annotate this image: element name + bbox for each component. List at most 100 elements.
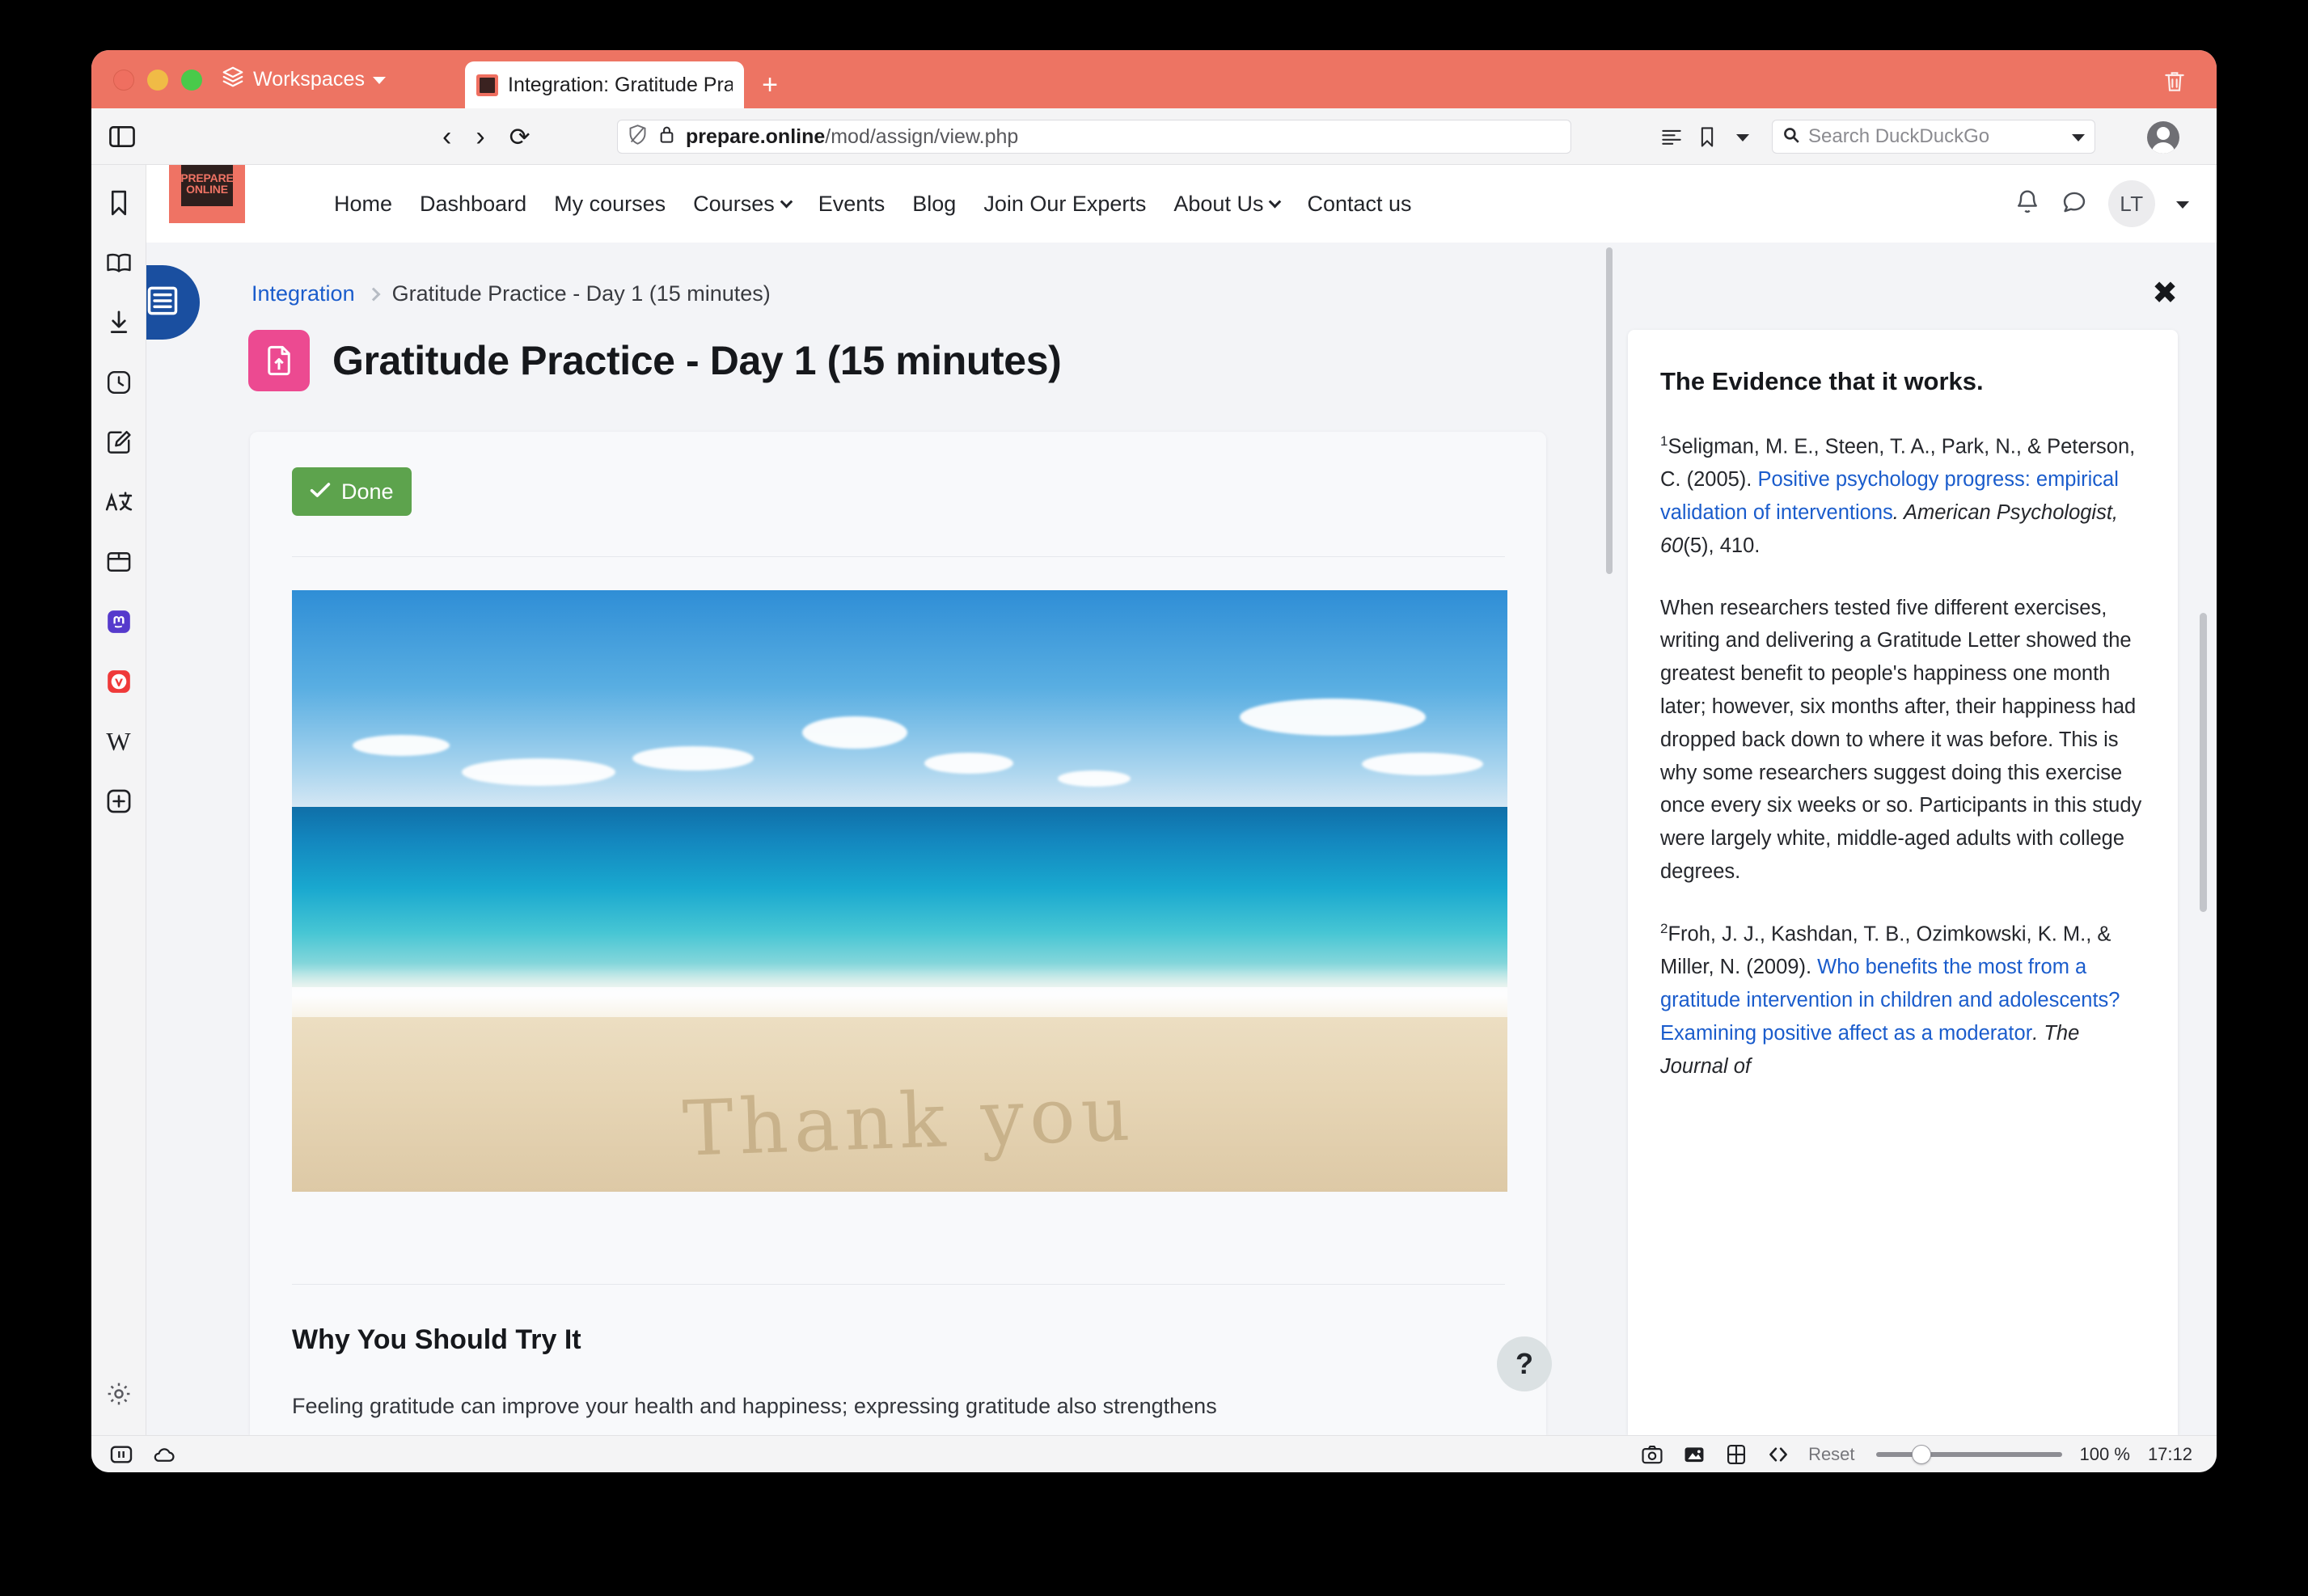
- search-field[interactable]: Search DuckDuckGo: [1772, 120, 2095, 154]
- user-menu-chevron-icon[interactable]: [2176, 201, 2189, 209]
- panel-toggle-icon[interactable]: [108, 124, 137, 150]
- reload-icon[interactable]: ⟳: [509, 125, 531, 150]
- shield-icon[interactable]: [628, 124, 648, 150]
- window-panel-icon[interactable]: [99, 542, 139, 582]
- toolbar-right-controls: Search DuckDuckGo: [1654, 120, 2095, 154]
- browser-titlebar: Workspaces Integration: Gratitude Prac +: [91, 50, 2217, 108]
- chevron-right-icon: [366, 287, 381, 301]
- evidence-panel: ✖ The Evidence that it works. 1Seligman,…: [1615, 243, 2217, 1435]
- user-avatar[interactable]: LT: [2108, 180, 2155, 227]
- wikipedia-panel-icon[interactable]: W: [99, 721, 139, 762]
- search-icon: [1782, 126, 1800, 148]
- url-host: prepare.online: [686, 125, 826, 148]
- profile-avatar[interactable]: [2147, 121, 2179, 154]
- evidence-panel-scrollbar[interactable]: [2200, 338, 2207, 1381]
- nav-label: Home: [334, 191, 393, 216]
- trash-icon[interactable]: [2162, 68, 2188, 95]
- lock-icon[interactable]: [658, 125, 675, 149]
- back-icon[interactable]: ‹: [442, 123, 451, 150]
- image-capture-icon[interactable]: [1682, 1442, 1706, 1467]
- reading-list-panel-icon[interactable]: [99, 243, 139, 283]
- notes-panel-icon[interactable]: [99, 422, 139, 462]
- search-placeholder: Search DuckDuckGo: [1808, 125, 1990, 147]
- nav-item-blog[interactable]: Blog: [898, 192, 970, 217]
- status-badge-done[interactable]: Done: [292, 467, 412, 516]
- camera-icon[interactable]: [1640, 1442, 1664, 1467]
- side-panel-bar: W: [91, 165, 146, 1435]
- workspaces-icon: [221, 65, 245, 95]
- chevron-down-icon: [780, 195, 793, 208]
- check-icon: [310, 479, 331, 505]
- site-logo[interactable]: PREPARE ONLINE: [169, 165, 245, 223]
- nav-label: Courses: [693, 191, 775, 216]
- chevron-down-icon[interactable]: [1725, 120, 1761, 154]
- forward-icon[interactable]: ›: [476, 123, 484, 150]
- site-header-actions: LT: [2014, 165, 2189, 243]
- workspaces-label: Workspaces: [253, 67, 366, 91]
- address-bar[interactable]: prepare.online/mod/assign/view.php: [617, 120, 1571, 154]
- translate-panel-icon[interactable]: [99, 482, 139, 522]
- close-icon[interactable]: ✖: [2152, 278, 2178, 309]
- zoom-slider[interactable]: [1875, 1444, 2062, 1465]
- nav-label: Contact us: [1307, 191, 1412, 216]
- nav-item-dashboard[interactable]: Dashboard: [406, 192, 540, 217]
- breadcrumb: Integration Gratitude Practice - Day 1 (…: [252, 281, 771, 306]
- course-drawer-toggle[interactable]: [146, 265, 200, 340]
- browser-status-bar: Reset 100 % 17:12: [91, 1435, 2217, 1472]
- browser-tab[interactable]: Integration: Gratitude Prac: [465, 61, 744, 108]
- site-navigation: Home Dashboard My courses Courses Events…: [320, 165, 1426, 243]
- search-engine-chevron-icon[interactable]: [2072, 134, 2085, 141]
- nav-label: About Us: [1173, 191, 1264, 216]
- window-minimize-button[interactable]: [147, 70, 168, 91]
- logo-line-2: ONLINE: [186, 183, 228, 196]
- zoom-reset-button[interactable]: Reset: [1808, 1444, 1854, 1465]
- downloads-panel-icon[interactable]: [99, 302, 139, 343]
- messages-icon[interactable]: [2061, 189, 2087, 219]
- zoom-slider-knob[interactable]: [1911, 1445, 1931, 1464]
- web-content: PREPARE ONLINE Home Dashboard My courses…: [146, 165, 2217, 1435]
- add-panel-icon[interactable]: [99, 781, 139, 821]
- assignment-icon: [248, 330, 310, 391]
- help-button[interactable]: ?: [1497, 1336, 1552, 1391]
- nav-item-events[interactable]: Events: [805, 192, 899, 217]
- bookmarks-panel-icon[interactable]: [99, 183, 139, 223]
- notifications-bell-icon[interactable]: [2014, 188, 2040, 220]
- course-index-icon: [146, 283, 180, 323]
- page-title-row: Gratitude Practice - Day 1 (15 minutes): [248, 330, 1062, 391]
- new-tab-button[interactable]: +: [758, 71, 782, 99]
- window-maximize-button[interactable]: [181, 70, 202, 91]
- scrollbar-thumb[interactable]: [2200, 613, 2207, 912]
- url-text: prepare.online/mod/assign/view.php: [686, 125, 1018, 149]
- breadcrumb-parent-link[interactable]: Integration: [252, 281, 355, 306]
- sand-writing-text: Thank you: [681, 1069, 1137, 1174]
- mastodon-panel-icon[interactable]: [99, 602, 139, 642]
- nav-item-contact-us[interactable]: Contact us: [1293, 192, 1425, 217]
- nav-item-my-courses[interactable]: My courses: [540, 192, 679, 217]
- reader-view-icon[interactable]: [1654, 120, 1689, 154]
- nav-item-courses[interactable]: Courses: [679, 192, 805, 217]
- bookmark-icon[interactable]: [1689, 120, 1725, 154]
- assignment-card: Done Thank you Why You Should Try It Fee…: [250, 432, 1546, 1435]
- developer-tools-icon[interactable]: [1766, 1442, 1790, 1467]
- nav-item-home[interactable]: Home: [320, 192, 406, 217]
- settings-panel-icon[interactable]: [99, 1374, 139, 1414]
- vivaldi-panel-icon[interactable]: [99, 661, 139, 702]
- citation-2: 2Froh, J. J., Kashdan, T. B., Ozimkowski…: [1660, 918, 2145, 1083]
- status-bar-left: [109, 1442, 175, 1467]
- main-column: Integration Gratitude Practice - Day 1 (…: [146, 243, 1615, 1435]
- window-close-button[interactable]: [113, 70, 134, 91]
- clock: 17:12: [2147, 1444, 2192, 1464]
- status-bar-right: Reset 100 % 17:12: [1640, 1436, 2192, 1472]
- history-panel-icon[interactable]: [99, 362, 139, 403]
- nav-item-join-our-experts[interactable]: Join Our Experts: [970, 192, 1160, 217]
- site-header: PREPARE ONLINE Home Dashboard My courses…: [146, 165, 2217, 243]
- cloud-icon[interactable]: [151, 1442, 175, 1467]
- scrollbar-thumb[interactable]: [1606, 247, 1613, 574]
- main-scrollbar[interactable]: [1605, 243, 1613, 1435]
- section-body: Feeling gratitude can improve your healt…: [292, 1394, 1217, 1418]
- workspaces-button[interactable]: Workspaces: [221, 63, 387, 95]
- panel-pause-icon[interactable]: [109, 1442, 133, 1467]
- evidence-body-paragraph: When researchers tested five different e…: [1660, 596, 2142, 884]
- nav-item-about-us[interactable]: About Us: [1160, 192, 1293, 217]
- tiling-icon[interactable]: [1724, 1442, 1748, 1467]
